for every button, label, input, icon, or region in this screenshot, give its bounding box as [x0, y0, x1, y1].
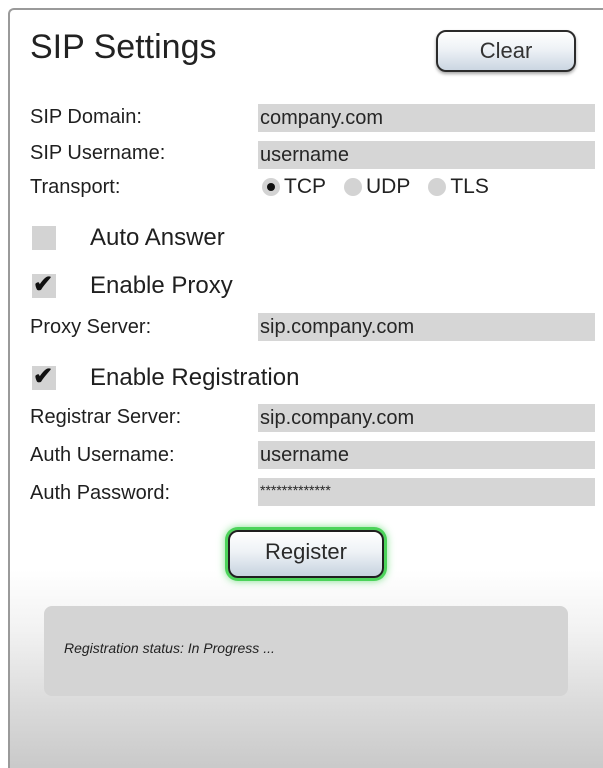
radio-unselected-icon — [428, 178, 447, 196]
radio-selected-icon — [262, 178, 280, 196]
checkmark-icon: ✔ — [33, 363, 54, 390]
sip-domain-field[interactable]: company.com — [258, 104, 595, 132]
auth-password-label: Auth Password: — [30, 482, 171, 504]
clear-button[interactable]: Clear — [436, 30, 576, 72]
transport-radio-tls[interactable]: TLS — [428, 175, 489, 199]
enable-registration-label: Enable Registration — [90, 364, 300, 391]
transport-label: Transport: — [30, 176, 121, 198]
registration-status-text: Registration status: In Progress ... — [64, 640, 275, 656]
auth-password-field[interactable]: ************* — [258, 478, 595, 506]
sip-username-field[interactable]: username — [258, 141, 595, 169]
registrar-server-label: Registrar Server: — [30, 406, 182, 428]
transport-option-label: TLS — [450, 175, 489, 198]
transport-option-label: UDP — [366, 175, 411, 198]
sip-username-label: SIP Username: — [30, 142, 166, 164]
proxy-server-field[interactable]: sip.company.com — [258, 313, 595, 341]
auto-answer-label: Auto Answer — [90, 224, 225, 251]
transport-radio-group: TCP UDP TLS — [262, 172, 507, 202]
auto-answer-checkbox[interactable]: Auto Answer — [32, 220, 225, 256]
auth-username-field[interactable]: username — [258, 441, 595, 469]
transport-radio-tcp[interactable]: TCP — [262, 175, 326, 199]
register-button[interactable]: Register — [228, 530, 384, 578]
enable-proxy-label: Enable Proxy — [90, 272, 233, 299]
checkbox-checked-icon: ✔ — [32, 363, 56, 390]
radio-unselected-icon — [344, 178, 362, 196]
proxy-server-label: Proxy Server: — [30, 316, 152, 338]
sip-domain-label: SIP Domain: — [30, 106, 142, 128]
auth-username-label: Auth Username: — [30, 444, 175, 466]
enable-registration-checkbox[interactable]: ✔ Enable Registration — [32, 360, 299, 396]
page-title: SIP Settings — [30, 28, 217, 66]
registrar-server-field[interactable]: sip.company.com — [258, 404, 595, 432]
checkmark-icon: ✔ — [33, 271, 54, 298]
checkbox-unchecked-icon — [32, 226, 56, 250]
enable-proxy-checkbox[interactable]: ✔ Enable Proxy — [32, 268, 233, 304]
transport-radio-udp[interactable]: UDP — [344, 175, 410, 199]
checkbox-checked-icon: ✔ — [32, 271, 56, 298]
transport-option-label: TCP — [284, 175, 326, 198]
